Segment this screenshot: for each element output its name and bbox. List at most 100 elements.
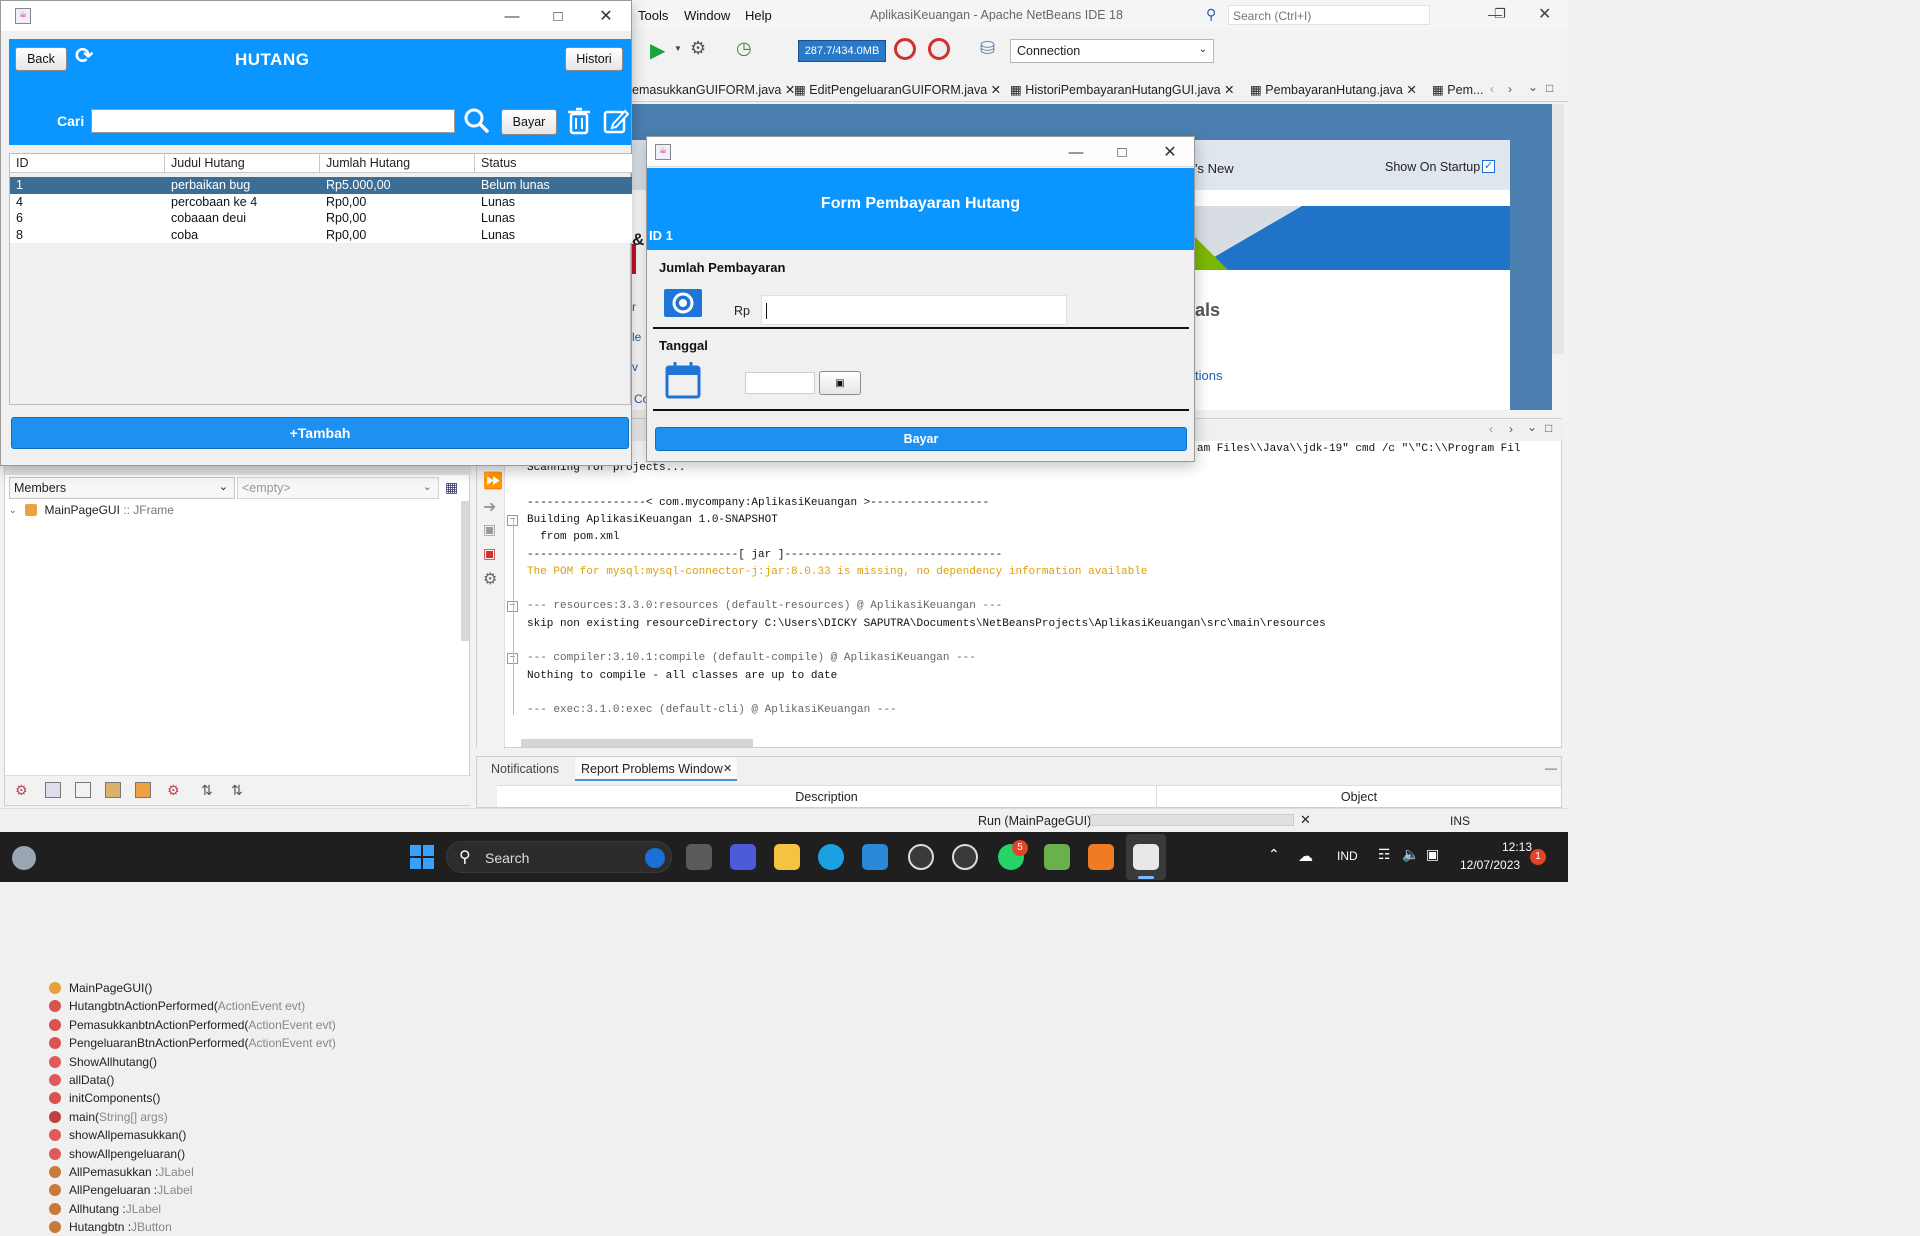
ide-search-input[interactable]: Search (Ctrl+I) [1228, 5, 1430, 25]
member-item[interactable]: allData() [49, 1071, 114, 1089]
menu-tools[interactable]: Tools [638, 8, 668, 23]
maximize-output-icon[interactable]: □ [1545, 421, 1552, 435]
collapse-icon[interactable]: ⌄ [9, 505, 17, 516]
back-button[interactable]: Back [15, 47, 67, 71]
taskbar-search[interactable]: ⚲ Search [446, 841, 672, 873]
chevron-up-icon[interactable]: ⌃ [1268, 846, 1280, 863]
xampp-icon[interactable] [1088, 844, 1114, 870]
navigator-options-icon[interactable]: ▦ [445, 479, 458, 496]
options-link[interactable]: tions [1195, 368, 1222, 383]
column-status[interactable]: Status [475, 154, 632, 172]
member-item[interactable]: Allhutang : JLabel [49, 1200, 161, 1218]
chevron-down-icon[interactable]: ⌄ [1527, 420, 1537, 434]
member-item[interactable]: showAllpengeluaran() [49, 1145, 185, 1163]
whats-new-link[interactable]: 's New [1195, 161, 1234, 176]
minimize-icon[interactable]: — [489, 1, 535, 31]
payment-bayar-button[interactable]: Bayar [655, 427, 1187, 451]
run-dropdown-icon[interactable]: ▼ [674, 44, 682, 53]
maximize-editor-icon[interactable]: □ [1546, 81, 1553, 95]
bayar-button[interactable]: Bayar [501, 109, 557, 135]
close-icon[interactable]: ✕ [1147, 137, 1193, 167]
weather-icon[interactable] [12, 846, 36, 870]
member-item[interactable]: initComponents() [49, 1089, 160, 1107]
profiler-icon[interactable] [928, 38, 950, 60]
column-id[interactable]: ID [10, 154, 165, 172]
ide-close-icon[interactable]: ✕ [1538, 4, 1551, 24]
gc-icon[interactable] [894, 38, 916, 60]
tab-pemasukkan-form[interactable]: emasukkanGUIFORM.java ✕ [632, 82, 795, 97]
start-page-link-le[interactable]: le [632, 330, 641, 344]
close-icon[interactable]: ✕ [583, 1, 629, 31]
column-object[interactable]: Object [1157, 786, 1561, 808]
netbeans-taskbar-item[interactable] [1126, 834, 1166, 880]
chevron-right-icon[interactable]: › [1508, 82, 1512, 96]
chevron-down-icon[interactable]: ⌄ [1528, 80, 1538, 94]
tambah-button[interactable]: +Tambah [11, 417, 629, 449]
edit-icon[interactable] [603, 107, 630, 135]
tab-pem-more[interactable]: ▦ Pem... [1432, 82, 1483, 97]
table-row[interactable]: 4 percobaan ke 4 Rp0,00 Lunas [10, 193, 632, 210]
member-item[interactable]: PemasukkanbtnActionPerformed(ActionEvent… [49, 1016, 336, 1034]
column-description[interactable]: Description [497, 786, 1157, 808]
stop-build-icon[interactable]: ▣ [483, 521, 496, 538]
close-icon[interactable]: ✕ [723, 762, 732, 775]
file-explorer-icon[interactable] [774, 844, 800, 870]
menu-help[interactable]: Help [745, 8, 772, 23]
navigator-scrollbar[interactable] [461, 501, 469, 641]
tab-report-problems[interactable]: Report Problems Window ✕ [575, 757, 737, 781]
profile-icon[interactable]: ◷ [736, 38, 752, 59]
date-picker-button[interactable]: ▣ [819, 371, 861, 395]
rerun-icon[interactable]: ⏩ [483, 471, 503, 491]
filter-inherited-icon[interactable] [135, 782, 151, 798]
windows-start-icon[interactable] [410, 845, 434, 869]
tree-root[interactable]: ⌄ MainPageGUI :: JFrame [9, 501, 174, 519]
rerun-goals-icon[interactable]: ➜ [483, 497, 496, 517]
battery-icon[interactable]: ▣ [1426, 846, 1439, 863]
media-player-icon[interactable] [908, 844, 934, 870]
chevron-left-icon[interactable]: ‹ [1489, 422, 1493, 436]
trash-icon[interactable] [567, 107, 591, 135]
search-input[interactable] [91, 109, 455, 133]
volume-icon[interactable]: 🔈 [1402, 846, 1419, 863]
mail-icon[interactable] [862, 844, 888, 870]
chevron-left-icon[interactable]: ‹ [1490, 82, 1494, 96]
tab-edit-pengeluaran[interactable]: ▦ EditPengeluaranGUIFORM.java ✕ [794, 82, 1001, 97]
app-icon[interactable] [1044, 844, 1070, 870]
sort-name-icon[interactable]: ⇅ [201, 782, 213, 799]
member-item[interactable]: Hutangbtn : JButton [49, 1218, 172, 1236]
search-icon[interactable] [463, 107, 489, 133]
chevron-right-icon[interactable]: › [1509, 422, 1513, 436]
member-item[interactable]: AllPemasukkan : JLabel [49, 1163, 194, 1181]
show-on-startup-checkbox[interactable]: ✓ [1482, 160, 1495, 173]
start-page-scrollbar[interactable] [1552, 104, 1564, 354]
table-row[interactable]: 1 perbaikan bug Rp5.000,00 Belum lunas [10, 177, 632, 194]
maximize-icon[interactable]: □ [535, 1, 581, 31]
filter-select[interactable]: <empty> ⌄ [237, 477, 439, 499]
edge-icon[interactable] [818, 844, 844, 870]
filter-fields-icon[interactable] [45, 782, 61, 798]
table-row[interactable]: 8 coba Rp0,00 Lunas [10, 226, 632, 243]
task-view-icon[interactable] [686, 844, 712, 870]
sort-source-icon[interactable]: ⇅ [231, 782, 243, 799]
histori-button[interactable]: Histori [565, 47, 623, 71]
minimize-panel-icon[interactable]: — [1545, 761, 1557, 775]
refresh-icon[interactable]: ⟳ [75, 43, 93, 69]
filter-icon[interactable]: ⚙ [15, 782, 28, 799]
settings-icon[interactable]: ⚙ [483, 569, 497, 589]
build-icon[interactable]: ⚙ [690, 38, 706, 59]
members-select[interactable]: Members ⌄ [9, 477, 235, 499]
start-page-link-v[interactable]: v [632, 360, 638, 374]
dell-icon[interactable] [952, 844, 978, 870]
amount-input[interactable] [761, 295, 1067, 325]
notification-badge[interactable]: 1 [1530, 849, 1546, 865]
ide-maximize-icon[interactable]: ❐ [1494, 6, 1506, 22]
tab-notifications[interactable]: Notifications [491, 762, 559, 776]
date-input[interactable] [745, 372, 815, 394]
connection-select[interactable]: Connection ⌄ [1010, 39, 1214, 63]
tab-pembayaran-hutang[interactable]: ▦ PembayaranHutang.java ✕ [1250, 82, 1417, 97]
memory-indicator[interactable]: 287.7/434.0MB [798, 40, 886, 62]
member-item[interactable]: ShowAllhutang() [49, 1053, 157, 1071]
clock-date[interactable]: 12/07/2023 [1460, 858, 1520, 872]
member-item[interactable]: showAllpemasukkan() [49, 1126, 186, 1144]
member-item[interactable]: HutangbtnActionPerformed(ActionEvent evt… [49, 997, 305, 1015]
